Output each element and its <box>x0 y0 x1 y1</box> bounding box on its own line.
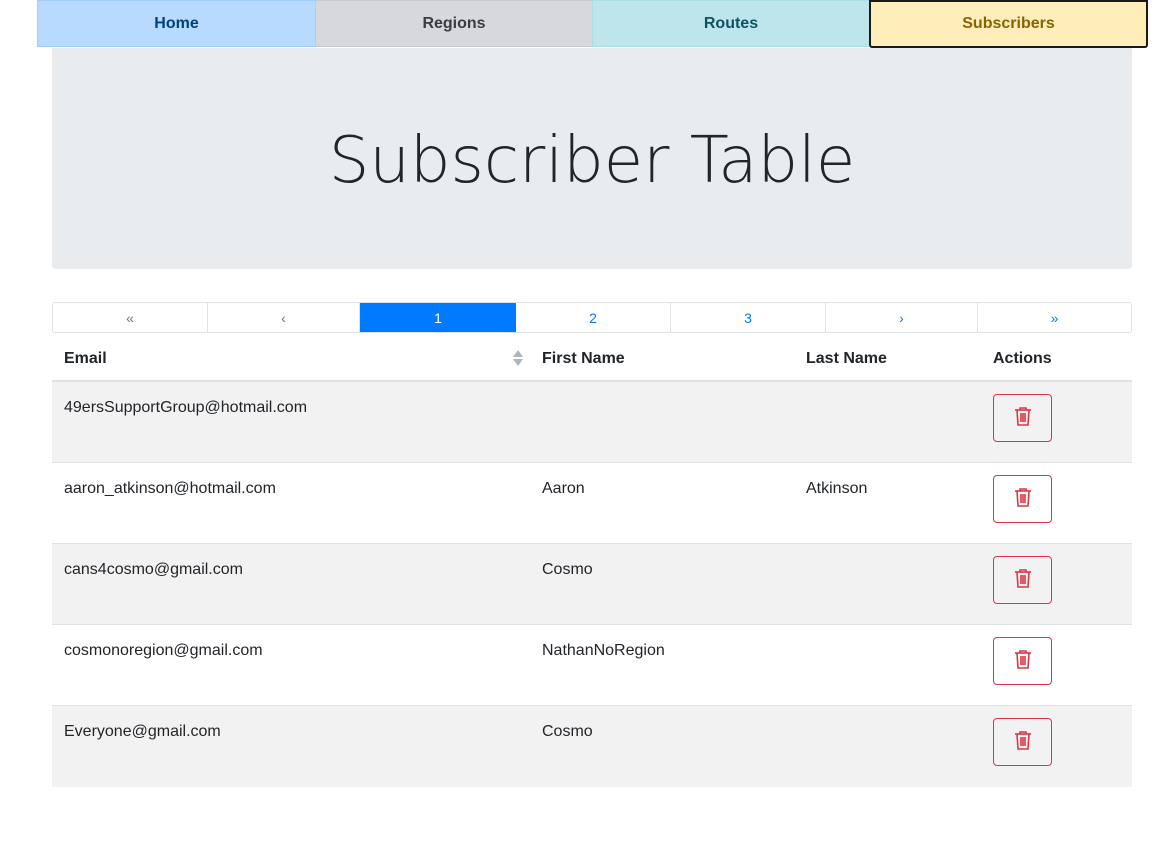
top-nav: Home Regions Routes Subscribers <box>37 0 1148 48</box>
page-3-button[interactable]: 3 <box>671 303 826 332</box>
delete-button[interactable] <box>993 637 1052 685</box>
nav-tab-regions[interactable]: Regions <box>315 0 592 47</box>
sort-icon[interactable] <box>512 349 524 367</box>
first-name-cell: NathanNoRegion <box>542 642 665 659</box>
delete-button[interactable] <box>993 475 1052 523</box>
first-name-cell: Aaron <box>542 480 585 497</box>
column-header-first-name: First Name <box>542 350 625 367</box>
table-header: Email First Name Last Name Actions <box>52 333 1132 382</box>
subscriber-table: Email First Name Last Name Actions 49ers… <box>52 333 1132 787</box>
first-page-button[interactable]: « <box>53 303 208 332</box>
page-2-button[interactable]: 2 <box>516 303 671 332</box>
email-cell: aaron_atkinson@hotmail.com <box>64 480 276 497</box>
page-title: Subscriber Table <box>328 123 856 198</box>
table-row: cans4cosmo@gmail.com Cosmo <box>52 544 1132 625</box>
trash-icon <box>1014 649 1032 674</box>
trash-icon <box>1014 406 1032 431</box>
email-cell: 49ersSupportGroup@hotmail.com <box>64 399 308 416</box>
first-name-cell: Cosmo <box>542 561 593 578</box>
trash-icon <box>1014 487 1032 512</box>
table-row: Everyone@gmail.com Cosmo <box>52 706 1132 787</box>
email-cell: Everyone@gmail.com <box>64 723 221 740</box>
last-name-cell: Atkinson <box>806 480 868 497</box>
trash-icon <box>1014 568 1032 593</box>
first-name-cell: Cosmo <box>542 723 593 740</box>
delete-button[interactable] <box>993 718 1052 766</box>
nav-tab-subscribers[interactable]: Subscribers <box>869 0 1148 48</box>
delete-button[interactable] <box>993 556 1052 604</box>
trash-icon <box>1014 730 1032 755</box>
column-header-last-name: Last Name <box>806 350 887 367</box>
page-1-button[interactable]: 1 <box>360 303 516 332</box>
pagination: « ‹ 1 2 3 › » <box>52 302 1132 333</box>
column-header-actions: Actions <box>993 350 1052 367</box>
table-row: aaron_atkinson@hotmail.com Aaron Atkinso… <box>52 463 1132 544</box>
table-row: cosmonoregion@gmail.com NathanNoRegion <box>52 625 1132 706</box>
column-header-email[interactable]: Email <box>64 350 107 368</box>
next-page-button[interactable]: › <box>826 303 978 332</box>
table-body: 49ersSupportGroup@hotmail.com aaron_atki… <box>52 382 1132 787</box>
nav-tab-routes[interactable]: Routes <box>592 0 869 47</box>
last-page-button[interactable]: » <box>978 303 1131 332</box>
email-cell: cans4cosmo@gmail.com <box>64 561 243 578</box>
table-row: 49ersSupportGroup@hotmail.com <box>52 382 1132 463</box>
page-header: Subscriber Table <box>52 48 1132 269</box>
delete-button[interactable] <box>993 394 1052 442</box>
email-cell: cosmonoregion@gmail.com <box>64 642 263 659</box>
nav-tab-home[interactable]: Home <box>37 0 315 47</box>
prev-page-button[interactable]: ‹ <box>208 303 360 332</box>
